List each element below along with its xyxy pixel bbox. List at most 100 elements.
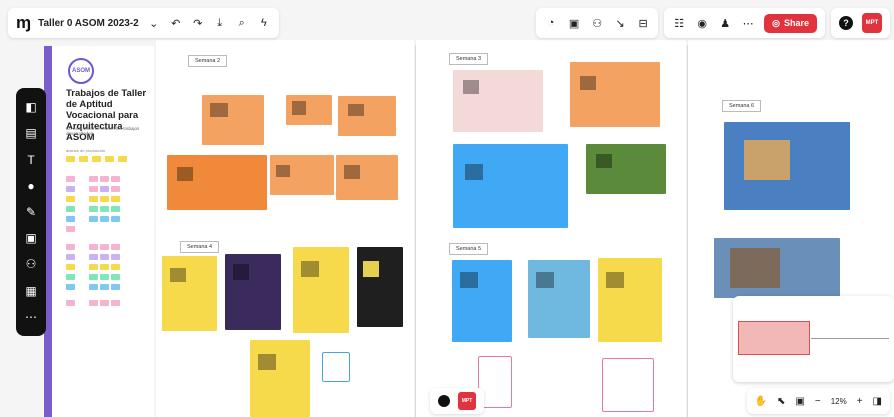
swatch <box>89 176 98 182</box>
section-label-semana-4[interactable]: Semana 4 <box>180 241 220 253</box>
layout-icon[interactable]: ☷ <box>672 17 686 30</box>
swatch <box>66 176 75 182</box>
participant-avatar[interactable]: MPT <box>458 392 476 410</box>
more-tools-icon[interactable]: ⋯ <box>25 310 37 324</box>
swatch <box>66 244 75 250</box>
swatch <box>89 206 98 212</box>
poster-thumbnail[interactable] <box>162 256 217 331</box>
facilitation-tools: ◔ ▣ ⚇ ↘ ⊟ <box>536 8 659 38</box>
laser-pointer-icon[interactable]: ↘ <box>613 17 627 30</box>
lightning-icon[interactable]: ϟ <box>257 17 271 29</box>
sketch-drawing[interactable] <box>602 358 654 412</box>
chevron-down-icon[interactable]: ⌄ <box>147 17 161 30</box>
swatch <box>89 186 98 192</box>
frame-icon[interactable]: ▦ <box>25 284 36 298</box>
outline-icon[interactable]: ◨ <box>873 396 882 407</box>
connector-icon[interactable]: ⚇ <box>26 257 37 271</box>
poster-thumbnail[interactable] <box>357 247 403 327</box>
swatch <box>66 274 75 280</box>
draw-icon[interactable]: ✎ <box>26 205 36 219</box>
swatch <box>66 186 75 192</box>
poster-thumbnail[interactable] <box>586 144 666 194</box>
section-label-semana-3[interactable]: Semana 3 <box>449 53 489 65</box>
swatch <box>111 196 120 202</box>
chat-icon[interactable]: ◉ <box>695 17 709 30</box>
poster-thumbnail[interactable] <box>336 155 398 200</box>
poster-thumbnail[interactable] <box>202 95 264 145</box>
swatch <box>89 300 98 306</box>
poster-thumbnail[interactable] <box>452 260 512 342</box>
zoom-out-icon[interactable]: − <box>815 396 821 407</box>
help-icon[interactable]: ? <box>839 16 853 30</box>
shapes-icon[interactable]: ● <box>27 179 34 193</box>
collage-image[interactable] <box>714 238 840 298</box>
swatch <box>66 284 75 290</box>
lock-icon[interactable]: ⊟ <box>636 17 650 30</box>
swatch <box>100 186 109 192</box>
poster-thumbnail[interactable] <box>270 155 334 195</box>
minimap-viewport[interactable] <box>738 321 810 355</box>
fit-screen-icon[interactable]: ▣ <box>795 396 804 407</box>
timer-icon[interactable]: ◔ <box>544 17 558 29</box>
user-icon[interactable]: ♟ <box>718 17 732 30</box>
voting-icon[interactable]: ▣ <box>567 17 581 30</box>
image-icon[interactable]: ▣ <box>25 231 36 245</box>
zoom-in-icon[interactable]: + <box>857 396 863 407</box>
swatch <box>89 196 98 202</box>
pointer-icon[interactable]: ⬉ <box>777 396 785 407</box>
share-button[interactable]: ◎ Share <box>764 13 817 33</box>
info-key-label: avance de producción <box>66 148 106 153</box>
swatch <box>111 274 120 280</box>
swatch <box>100 216 109 222</box>
poster-thumbnail[interactable] <box>293 247 349 333</box>
swatch <box>89 254 98 260</box>
swatch <box>111 186 120 192</box>
section-label-semana-5[interactable]: Semana 5 <box>449 243 489 255</box>
redo-icon[interactable]: ↷ <box>191 17 205 30</box>
collage-image[interactable] <box>724 122 850 210</box>
swatch <box>111 176 120 182</box>
swatch <box>100 300 109 306</box>
info-subtitle: En este Mural se reúnen los trabajos des… <box>66 126 140 136</box>
people-icon[interactable]: ⚇ <box>590 17 604 30</box>
more-icon[interactable]: ⋯ <box>741 17 755 30</box>
account-tools: ? MPT <box>831 8 890 38</box>
swatch <box>92 156 101 162</box>
poster-thumbnail[interactable] <box>286 95 332 125</box>
swatch <box>118 156 127 162</box>
swatch <box>100 274 109 280</box>
board-title[interactable]: Taller 0 ASOM 2023-2 <box>38 18 139 29</box>
sticky-note-icon[interactable]: ▤ <box>25 126 36 140</box>
mural-logo[interactable]: ɱ <box>16 13 31 33</box>
poster-thumbnail[interactable] <box>167 155 267 210</box>
sketch-drawing[interactable] <box>322 352 350 382</box>
poster-thumbnail[interactable] <box>453 144 568 228</box>
swatch <box>100 284 109 290</box>
section-label-semana-2[interactable]: Semana 2 <box>188 55 228 67</box>
swatch <box>66 300 75 306</box>
hand-icon[interactable]: ✋ <box>755 396 767 407</box>
swatch <box>111 300 120 306</box>
poster-thumbnail[interactable] <box>453 70 543 132</box>
poster-thumbnail[interactable] <box>225 254 281 330</box>
undo-icon[interactable]: ↶ <box>169 17 183 30</box>
download-icon[interactable]: ⤓ <box>213 17 227 30</box>
poster-thumbnail[interactable] <box>598 258 662 342</box>
zoom-level[interactable]: 12% <box>831 397 847 406</box>
poster-thumbnail[interactable] <box>250 340 310 417</box>
section-label-semana-6[interactable]: Semana 6 <box>722 100 762 112</box>
minimap[interactable] <box>733 296 894 382</box>
search-icon[interactable]: ⌕ <box>235 17 249 30</box>
top-right-toolbar: ◔ ▣ ⚇ ↘ ⊟ ☷ ◉ ♟ ⋯ ◎ Share ? MPT <box>536 8 890 38</box>
emoji-icon[interactable] <box>438 395 450 407</box>
user-avatar[interactable]: MPT <box>862 13 882 33</box>
swatch <box>66 226 75 232</box>
swatch <box>66 206 75 212</box>
poster-thumbnail[interactable] <box>570 62 660 127</box>
collaboration-tools: ☷ ◉ ♟ ⋯ ◎ Share <box>664 8 825 38</box>
swatch <box>89 216 98 222</box>
poster-thumbnail[interactable] <box>338 96 396 136</box>
text-icon[interactable]: T <box>27 153 34 167</box>
templates-icon[interactable]: ◧ <box>25 100 36 114</box>
poster-thumbnail[interactable] <box>528 260 590 338</box>
